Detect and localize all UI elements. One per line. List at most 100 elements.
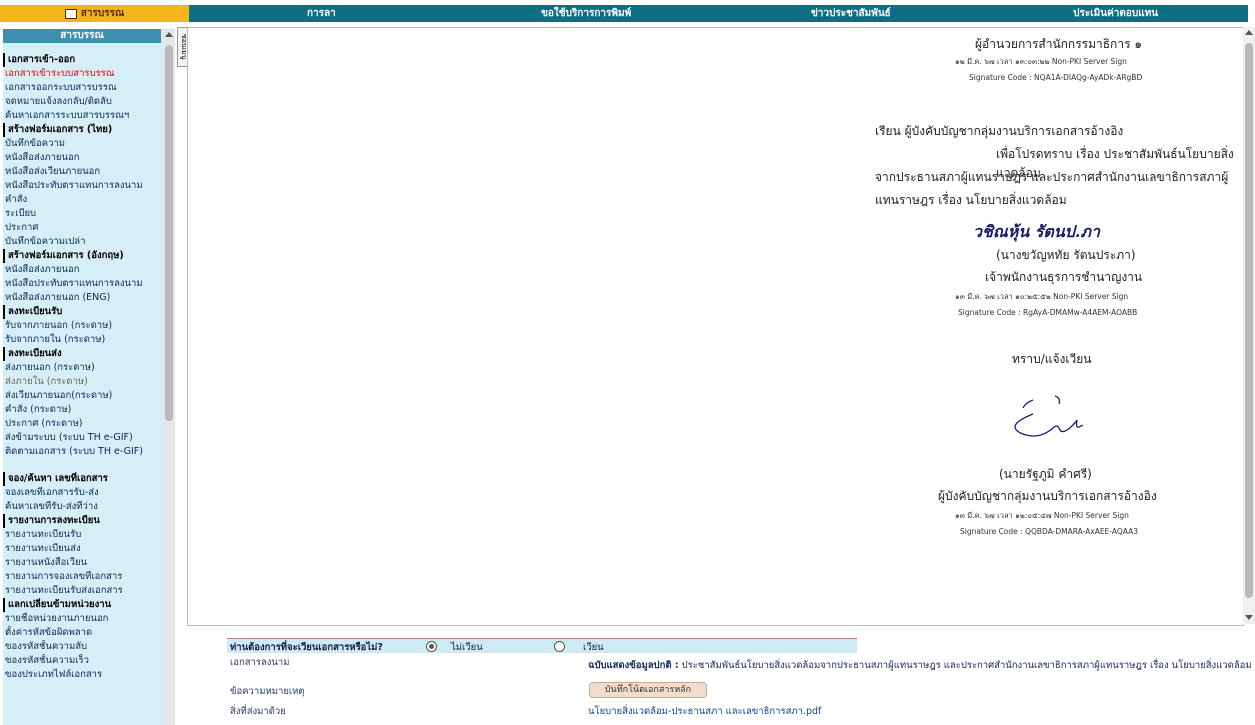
sidebar-item[interactable]: เอกสารเข้าระบบสารบรรณ: [3, 67, 163, 81]
scroll-up-arrow-icon[interactable]: [165, 32, 173, 37]
sidebar-item[interactable]: คำสั่ง: [3, 193, 163, 207]
sidebar-title: สารบรรณ: [3, 29, 161, 43]
note-label: ข้อความหมายเหตุ: [230, 686, 305, 697]
save-note-button[interactable]: บันทึกโน้ตเอกสารหลัก: [589, 682, 707, 698]
top-navigation: สารบรรณ การลา ขอใช้บริการการพิมพ์ ข่าวปร…: [0, 0, 1255, 27]
sidebar-item[interactable]: ส่งเวียนภายนอก(กระดาษ): [3, 389, 163, 403]
sidebar-item[interactable]: ส่งภายนอก (กระดาษ): [3, 361, 163, 375]
radio-circulate[interactable]: [554, 641, 565, 652]
sidebar-item[interactable]: ติดตามเอกสาร (ระบบ TH e-GIF): [3, 445, 163, 472]
sidebar-item[interactable]: ตั้งค่ารหัสข้อผิดพลาด: [3, 626, 163, 640]
sidebar-item[interactable]: เอกสารออกระบบสารบรรณ: [3, 81, 163, 95]
sidebar-item[interactable]: บันทึกข้อความเปล่า: [3, 235, 163, 249]
approver-position: ผู้บังคับบัญชากลุ่มงานบริการเอกสารอ้างอิ…: [938, 489, 1157, 503]
sidebar-item[interactable]: ของรหัสชั้นความลับ: [3, 640, 163, 654]
acknowledge-text: ทราบ/แจ้งเวียน: [1012, 352, 1092, 366]
sidebar-item[interactable]: ประกาศ: [3, 221, 163, 235]
memo-line: แทนราษฎร เรื่อง นโยบายสิ่งแวดล้อม: [875, 193, 1067, 207]
sidebar-item[interactable]: รายงานทะเบียนรับ: [3, 528, 163, 542]
sidebar-section-header: รายงานการลงทะเบียน: [3, 514, 163, 528]
sidebar-item[interactable]: หนังสือส่งเวียนภายนอก: [3, 165, 163, 179]
sidebar-item[interactable]: ของรหัสชั้นความเร็ว: [3, 654, 163, 668]
circulate-question: ท่านต้องการที่จะเวียนเอกสารหรือไม่?: [230, 642, 383, 653]
sidebar-item[interactable]: รับจากภายนอก (กระดาษ): [3, 319, 163, 333]
sidebar-scrollbar[interactable]: [163, 29, 175, 725]
sidebar-section-header: จอง/ค้นหา เลขที่เอกสาร: [3, 472, 163, 486]
sidebar-item[interactable]: ประกาศ (กระดาษ): [3, 417, 163, 431]
handwritten-signature-image: [1014, 395, 1083, 437]
doc-title: ประชาสัมพันธ์นโยบายสิ่งแวดล้อมจากประธานส…: [681, 660, 1252, 671]
sidebar-item[interactable]: คำสั่ง (กระดาษ): [3, 403, 163, 417]
radio-label: ไม่เวียน: [451, 642, 483, 653]
sidebar-item[interactable]: รายงานทะเบียนรับส่งเอกสาร: [3, 584, 163, 598]
signer-name: (นางขวัญหทัย รัตนประภา): [996, 248, 1136, 262]
sidebar-section-header: ลงทะเบียนส่ง: [3, 347, 163, 361]
nav-tab-leave[interactable]: การลา: [189, 5, 454, 22]
nav-tab-label: ประเมินค่าตอบแทน: [1073, 8, 1159, 19]
radio-no-circulate[interactable]: [426, 641, 437, 652]
sidebar-item[interactable]: จองเลขที่เอกสารรับ-ส่ง: [3, 486, 163, 500]
signature-code: Signature Code : RgAyA-DMAMw-A4AEM-AOABB: [958, 308, 1138, 317]
sidebar-item[interactable]: หนังสือประทับตราแทนการลงนาม: [3, 179, 163, 193]
sidebar-section-header: สร้างฟอร์มเอกสาร (อังกฤษ): [3, 249, 163, 263]
viewer-scrollbar[interactable]: [1243, 27, 1255, 624]
sidebar-section-header: แลกเปลี่ยนข้ามหน่วยงาน: [3, 598, 163, 612]
approver-name: (นายรัฐภูมิ คำศรี): [999, 467, 1092, 481]
signature-stamp: ๑๓ มี.ค. ๖๗ เวลา ๑๐:๒๕:๕๒ Non-PKI Server…: [955, 292, 1129, 301]
sidebar-item[interactable]: รายงานทะเบียนส่ง: [3, 542, 163, 556]
signed-doc-label: เอกสารลงนาม: [230, 657, 290, 668]
sidebar-item[interactable]: รายชื่อหน่วยงานภายนอก: [3, 612, 163, 626]
sidebar-item[interactable]: รายงานการจองเลขที่เอกสาร: [3, 570, 163, 584]
signed-doc-value: ฉบับแสดงข้อมูลปกติ : ประชาสัมพันธ์นโยบาย…: [588, 658, 1252, 673]
nav-tab-saraban[interactable]: สารบรรณ: [0, 5, 189, 22]
nav-tab-label: ขอใช้บริการการพิมพ์: [541, 8, 632, 19]
nav-tab-print-service[interactable]: ขอใช้บริการการพิมพ์: [454, 5, 719, 22]
sidebar-section-header: ลงทะเบียนรับ: [3, 305, 163, 319]
nav-tab-news[interactable]: ข่าวประชาสัมพันธ์: [719, 5, 984, 22]
radio-label: เวียน: [583, 642, 604, 653]
sidebar-item[interactable]: หนังสือส่งภายนอก (ENG): [3, 291, 163, 305]
scroll-up-arrow-icon[interactable]: [1245, 30, 1253, 35]
memo-line: จากประธานสภาผู้แทนราษฎร และประกาศสำนักงา…: [875, 170, 1229, 184]
signer-position: เจ้าพนักงานธุรการชำนาญงาน: [985, 270, 1143, 284]
sidebar-item[interactable]: รายงานหนังสือเวียน: [3, 556, 163, 570]
nav-tab-label: การลา: [306, 8, 336, 19]
memo-line: เรียน ผู้บังคับบัญชากลุ่มงานบริการเอกสาร…: [875, 124, 1124, 138]
nav-bar: สารบรรณ การลา ขอใช้บริการการพิมพ์ ข่าวปร…: [0, 5, 1248, 22]
sidebar-item[interactable]: ส่งข้ามระบบ (ระบบ TH e-GIF): [3, 431, 163, 445]
sidebar: สารบรรณ เอกสารเข้า-ออก เอกสารเข้าระบบสารบ…: [3, 29, 175, 725]
attachment-link[interactable]: นโยบายสิ่งแวดล้อม-ประธานสภา และเลขาธิการ…: [588, 704, 821, 719]
document-icon: [64, 8, 77, 19]
signature-stamp: ๑๓ มี.ค. ๖๗ เวลา ๑๒:๐๕:๔๗ Non-PKI Server…: [955, 511, 1129, 520]
signature-code: Signature Code : NQA1A-DIAQg-AyADk-ARgBD: [969, 73, 1143, 82]
sidebar-item[interactable]: ของประเภทไฟล์เอกสาร: [3, 668, 163, 682]
sidebar-item[interactable]: ค้นหาเลขที่รับ-ส่งที่ว่าง: [3, 500, 163, 514]
scrollbar-thumb[interactable]: [1245, 43, 1253, 598]
sidebar-section-header: สร้างฟอร์มเอกสาร (ไทย): [3, 123, 163, 137]
circulation-form: ท่านต้องการที่จะเวียนเอกสารหรือไม่? ไม่เ…: [227, 636, 1255, 725]
attachment-label: สิ่งที่ส่งมาด้วย: [230, 706, 286, 717]
document-viewer: ผู้อำนวยการสำนักกรรมาธิการ ๑ ๑๒ มี.ค. ๖๗…: [187, 27, 1244, 626]
nav-tab-label: ข่าวประชาสัมพันธ์: [810, 8, 891, 19]
sidebar-item[interactable]: จดหมายแจ้งลงกลับ/ติดลับ: [3, 95, 163, 109]
nav-tab-compensation[interactable]: ประเมินค่าตอบแทน: [983, 5, 1248, 22]
sidebar-section-header: เอกสารเข้า-ออก: [3, 53, 163, 67]
director-title: ผู้อำนวยการสำนักกรรมาธิการ ๑: [975, 37, 1142, 51]
sidebar-item[interactable]: ส่งภายใน (กระดาษ): [3, 375, 163, 389]
sidebar-item[interactable]: หนังสือส่งภายนอก: [3, 263, 163, 277]
doc-view-mode: ฉบับแสดงข้อมูลปกติ :: [588, 660, 679, 671]
sidebar-item[interactable]: รับจากภายใน (กระดาษ): [3, 333, 163, 347]
sidebar-item[interactable]: บันทึกข้อความ: [3, 137, 163, 151]
signature-stamp: ๑๒ มี.ค. ๖๗ เวลา ๑๓:๐๓:๒๒ Non-PKI Server…: [955, 57, 1127, 66]
handwritten-signature: วชิณหุ้น รัตนป.ภา: [973, 222, 1100, 241]
sidebar-item[interactable]: ค้นหาเอกสารระบบสารบรรณฯ: [3, 109, 163, 123]
circulate-question-row: ท่านต้องการที่จะเวียนเอกสารหรือไม่? ไม่เ…: [227, 638, 857, 653]
sidebar-menu: เอกสารเข้า-ออก เอกสารเข้าระบบสารบรรณ เอกสา…: [3, 53, 163, 682]
sidebar-item[interactable]: หนังสือประทับตราแทนการลงนาม: [3, 277, 163, 291]
scroll-down-arrow-icon[interactable]: [1245, 615, 1253, 620]
nav-tab-label: สารบรรณ: [80, 8, 125, 19]
sidebar-item[interactable]: ระเบียบ: [3, 207, 163, 221]
scrollbar-thumb[interactable]: [165, 45, 173, 421]
sidebar-item[interactable]: หนังสือส่งภายนอก: [3, 151, 163, 165]
signature-code: Signature Code : QQBDA-DMARA-AxAEE-AQAA3: [960, 527, 1138, 536]
